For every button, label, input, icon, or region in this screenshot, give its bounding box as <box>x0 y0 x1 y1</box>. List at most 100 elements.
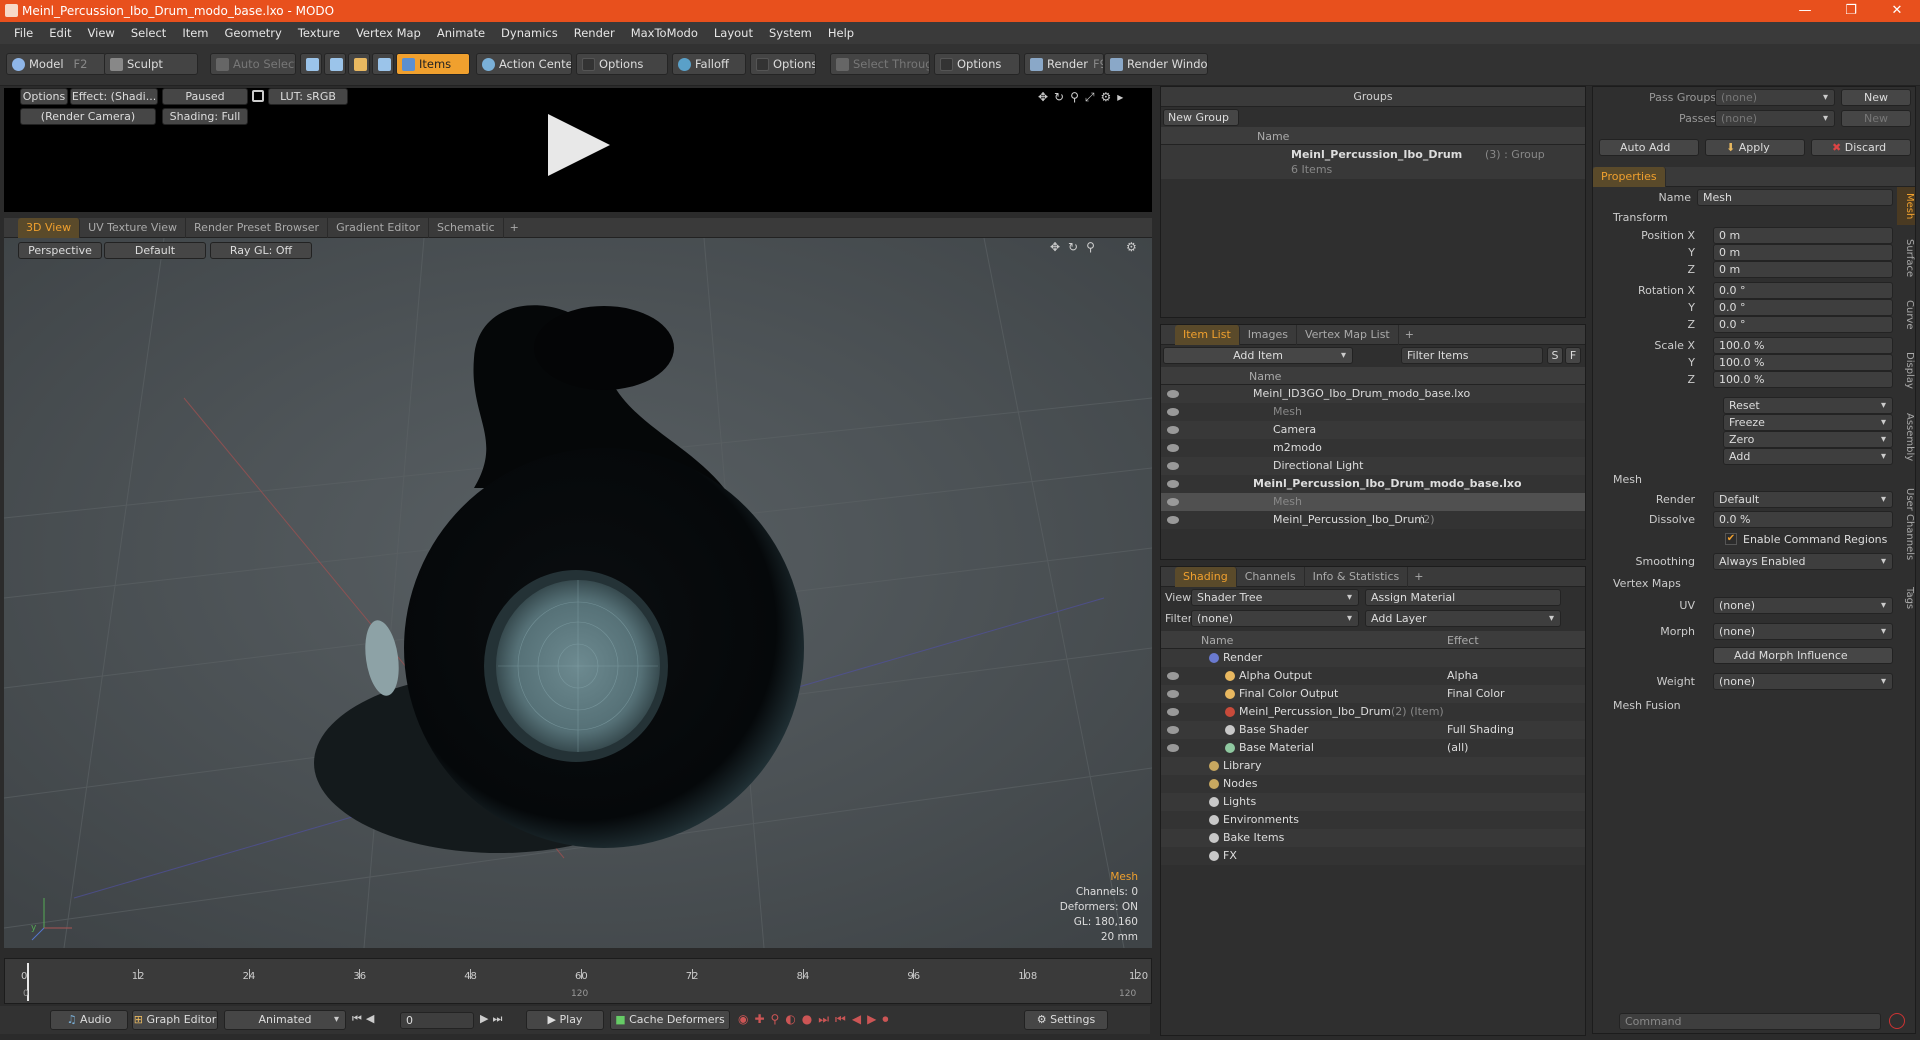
mesh-section[interactable]: Mesh <box>1613 473 1642 486</box>
enable-command-regions-checkbox[interactable]: ✔ <box>1725 533 1737 545</box>
shader-row[interactable]: Nodes <box>1161 775 1585 793</box>
auto-select-button[interactable]: Auto Select <box>210 53 296 75</box>
graph-editor-button[interactable]: ⊞ Graph Editor <box>132 1010 218 1030</box>
visibility-eye-icon[interactable] <box>1167 672 1179 680</box>
position-x-field[interactable]: 0 m <box>1713 227 1893 244</box>
render-preview[interactable]: Options Effect: (Shadi... Paused LUT: sR… <box>4 88 1152 212</box>
frame-field[interactable]: 0 <box>400 1012 474 1029</box>
new-pass-group-button[interactable]: New <box>1841 89 1911 106</box>
vtab-mesh[interactable]: Mesh <box>1897 187 1915 225</box>
properties-tab[interactable]: Properties <box>1593 166 1666 187</box>
menu-dynamics[interactable]: Dynamics <box>493 26 566 40</box>
render-button[interactable]: Render F9 <box>1024 53 1104 75</box>
tab-info-statistics[interactable]: Info & Statistics <box>1305 566 1409 587</box>
maximize-button[interactable]: ❐ <box>1828 0 1874 22</box>
items-mode-button[interactable]: Items <box>396 53 470 75</box>
scale-x-field[interactable]: 100.0 % <box>1713 337 1893 354</box>
shader-tree-dropdown[interactable]: Shader Tree <box>1191 589 1359 606</box>
morph-dropdown[interactable]: (none) <box>1713 623 1893 640</box>
menu-texture[interactable]: Texture <box>290 26 348 40</box>
visibility-eye-icon[interactable] <box>1167 390 1179 398</box>
mesh-render-dropdown[interactable]: Default <box>1713 491 1893 508</box>
vtab-surface[interactable]: Surface <box>1897 229 1915 288</box>
action-center-button[interactable]: Action Center <box>476 53 572 75</box>
select-through-button[interactable]: Select Through <box>830 53 930 75</box>
auto-add-button[interactable]: Auto Add <box>1599 139 1699 156</box>
falloff-button[interactable]: Falloff <box>672 53 746 75</box>
item-list-row[interactable]: Mesh <box>1161 493 1585 511</box>
default-style-dropdown[interactable]: Default <box>104 242 206 259</box>
visibility-eye-icon[interactable] <box>1167 444 1179 452</box>
vtab-assembly[interactable]: Assembly <box>1897 404 1915 470</box>
add-item-dropdown[interactable]: Add Item <box>1163 347 1353 364</box>
vtab-user-channels[interactable]: User Channels <box>1897 474 1915 575</box>
passes-dropdown[interactable]: (none) <box>1715 110 1835 127</box>
transport-prev-icons[interactable]: ⏮◀ <box>352 1012 378 1026</box>
dissolve-field[interactable]: 0.0 % <box>1713 511 1893 528</box>
tab-schematic[interactable]: Schematic <box>429 217 504 238</box>
close-button[interactable]: ✕ <box>1874 0 1920 22</box>
weight-dropdown[interactable]: (none) <box>1713 673 1893 690</box>
tab-vertex-map-list[interactable]: Vertex Map List <box>1297 324 1399 345</box>
vtab-tags[interactable]: Tags <box>1897 579 1915 617</box>
scale-z-field[interactable]: 100.0 % <box>1713 371 1893 388</box>
paused-button[interactable]: Paused <box>162 88 248 105</box>
materials-mode-button[interactable] <box>372 53 394 75</box>
animated-dropdown[interactable]: Animated <box>224 1010 346 1030</box>
new-group-button[interactable]: New Group <box>1163 109 1239 126</box>
render-window-button[interactable]: Render Window <box>1104 53 1208 75</box>
menu-render[interactable]: Render <box>566 26 623 40</box>
visibility-eye-icon[interactable] <box>1167 480 1179 488</box>
menu-geometry[interactable]: Geometry <box>217 26 290 40</box>
shader-row[interactable]: Lights <box>1161 793 1585 811</box>
transport-next-icons[interactable]: ▶⏭ <box>480 1012 506 1026</box>
scale-y-field[interactable]: 100.0 % <box>1713 354 1893 371</box>
audio-button[interactable]: ♫ Audio <box>50 1010 128 1030</box>
filter-s-button[interactable]: S <box>1547 347 1563 364</box>
play-button[interactable]: ▶ Play <box>526 1010 604 1030</box>
sculpt-mode-button[interactable]: Sculpt <box>104 53 198 75</box>
keyframe-tools-icons[interactable]: ◉✚⚲◐●⏭⏮◀▶⏺ <box>738 1012 894 1027</box>
cache-deformers-button[interactable]: ■ Cache Deformers <box>610 1010 730 1030</box>
shader-row[interactable]: Base Shader Full Shading <box>1161 721 1585 739</box>
edges-mode-button[interactable] <box>324 53 346 75</box>
group-row[interactable]: Meinl_Percussion_Ibo_Drum (3) : Group 6 … <box>1161 145 1585 179</box>
menu-view[interactable]: View <box>80 26 123 40</box>
filter-f-button[interactable]: F <box>1565 347 1581 364</box>
rotation-x-field[interactable]: 0.0 ° <box>1713 282 1893 299</box>
render-effect-dropdown[interactable]: Effect: (Shadi... <box>70 88 158 105</box>
shader-row[interactable]: Environments <box>1161 811 1585 829</box>
item-list-row[interactable]: Directional Light <box>1161 457 1585 475</box>
add-morph-influence-button[interactable]: Add Morph Influence <box>1713 647 1893 664</box>
visibility-eye-icon[interactable] <box>1167 744 1179 752</box>
tab-render-preset-browser[interactable]: Render Preset Browser <box>186 217 329 238</box>
menu-item[interactable]: Item <box>174 26 216 40</box>
vertices-mode-button[interactable] <box>300 53 322 75</box>
item-list-row[interactable]: Meinl_Percussion_Ibo_Drum_modo_base.lxo <box>1161 475 1585 493</box>
tab-images[interactable]: Images <box>1240 324 1297 345</box>
settings-button[interactable]: ⚙ Settings <box>1024 1010 1108 1030</box>
add-tab-icon[interactable]: + <box>504 221 525 234</box>
vertex-maps-section[interactable]: Vertex Maps <box>1613 577 1681 590</box>
shader-row[interactable]: FX <box>1161 847 1585 865</box>
position-y-field[interactable]: 0 m <box>1713 244 1893 261</box>
tab-uv-texture-view[interactable]: UV Texture View <box>80 217 187 238</box>
timeline[interactable]: 0 12 24 36 48 60 72 84 96 108 120 0 120 120 <box>4 958 1152 1004</box>
shader-effect[interactable]: Full Shading <box>1447 721 1514 739</box>
menu-edit[interactable]: Edit <box>41 26 79 40</box>
tab-3d-view[interactable]: 3D View <box>18 217 81 238</box>
vtab-display[interactable]: Display <box>1897 341 1915 400</box>
command-input[interactable]: Command <box>1619 1013 1881 1030</box>
shader-row[interactable]: Alpha Output Alpha <box>1161 667 1585 685</box>
item-list-row[interactable]: Meinl_Percussion_Ibo_Drum (2) <box>1161 511 1585 529</box>
shader-effect[interactable]: Alpha <box>1447 667 1478 685</box>
select-options-button[interactable]: Options <box>934 53 1020 75</box>
falloff-options-button[interactable]: Options <box>750 53 816 75</box>
mesh-fusion-section[interactable]: Mesh Fusion <box>1613 699 1681 712</box>
render-options-button[interactable]: Options <box>20 88 68 105</box>
shader-row[interactable]: Bake Items <box>1161 829 1585 847</box>
transform-section[interactable]: Transform <box>1613 211 1668 224</box>
3d-viewport[interactable]: y Perspective Default Ray GL: Off ✥↻⚲ ⚙ … <box>4 238 1152 948</box>
position-z-field[interactable]: 0 m <box>1713 261 1893 278</box>
freeze-dropdown[interactable]: Freeze <box>1723 414 1893 431</box>
